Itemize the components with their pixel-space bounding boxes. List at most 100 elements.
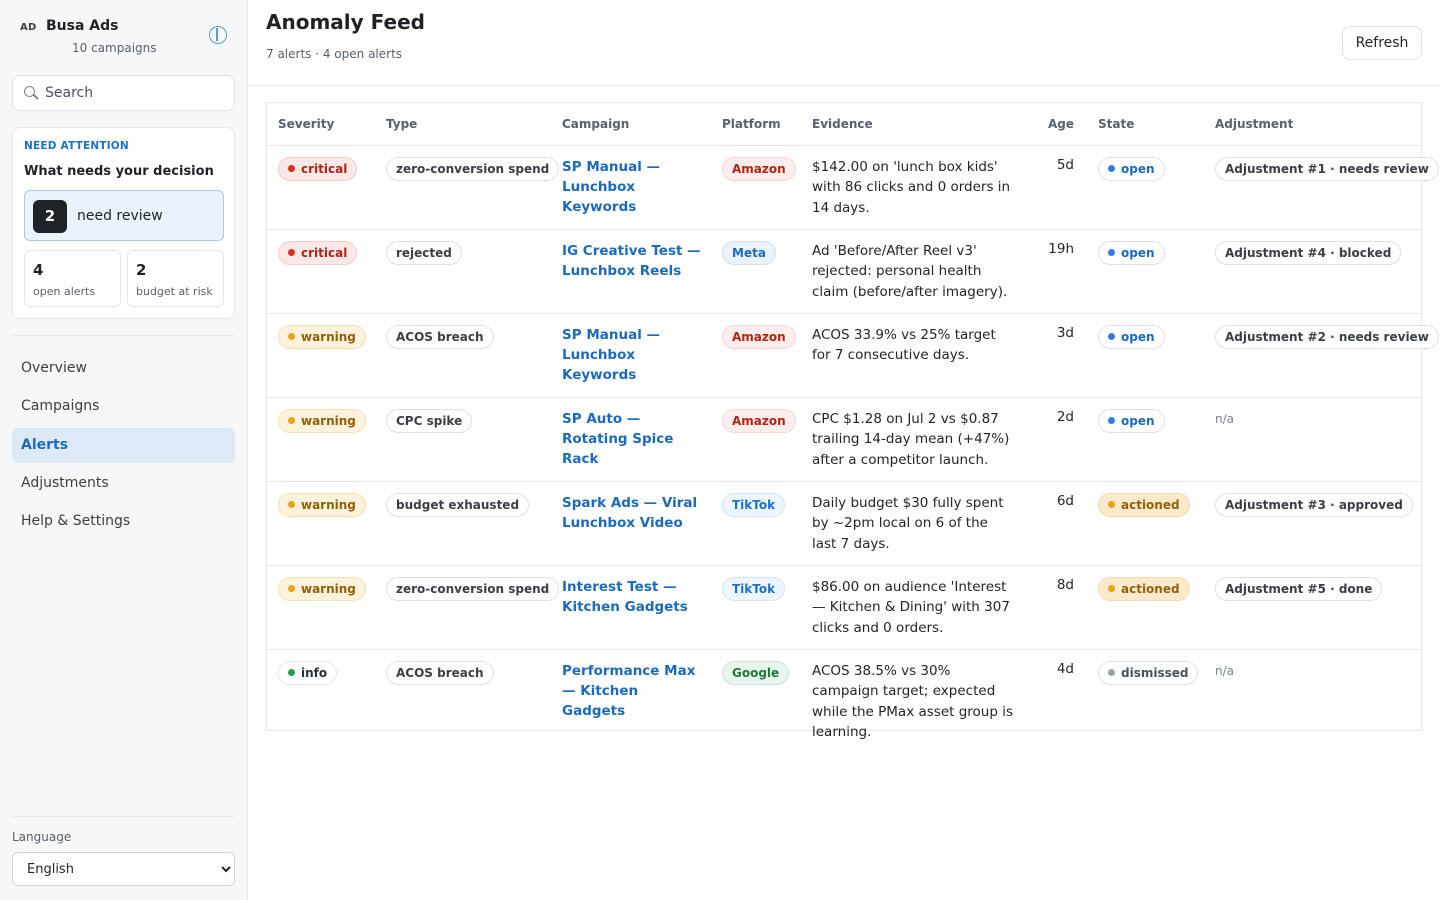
table-row[interactable]: critical zero-conversion spend SP Manual —… [267, 145, 1439, 230]
adjustment-cell: n/a [1204, 649, 1421, 743]
adjustment-link[interactable]: Adjustment #3 · approved [1215, 492, 1413, 517]
col-campaign[interactable]: Campaign [551, 103, 711, 146]
col-age[interactable]: Age [1027, 103, 1087, 146]
search-box[interactable] [12, 75, 235, 111]
platform-cell: Amazon [711, 397, 801, 482]
state-label: open [1121, 245, 1155, 260]
refresh-button[interactable]: Refresh [1342, 26, 1422, 60]
severity-dot-icon [288, 164, 295, 172]
table-body: critical zero-conversion spend SP Manual —… [267, 145, 1439, 743]
state-label: actioned [1121, 581, 1180, 596]
state-badge: open [1098, 324, 1165, 349]
alerts-table-container: Severity Type Campaign Platform Evidence… [266, 102, 1439, 740]
col-state[interactable]: State [1087, 103, 1204, 146]
platform-badge: Meta [722, 240, 776, 265]
age-cell: 2d [1027, 397, 1087, 482]
state-cell: open [1087, 229, 1204, 314]
nav-help-settings[interactable]: Help & Settings [12, 504, 235, 539]
age-cell: 3d [1027, 313, 1087, 398]
platform-badge: Amazon [722, 324, 796, 349]
state-label: open [1121, 413, 1155, 428]
brand-name: Busa Ads [46, 18, 119, 34]
open-alerts-count: 4 [33, 261, 44, 279]
table-row[interactable]: warning zero-conversion spend Interest Tes… [267, 565, 1421, 650]
attention-panel: NEED ATTENTION What needs your decision … [12, 127, 235, 319]
col-type[interactable]: Type [375, 103, 551, 146]
platform-cell: Google [711, 649, 801, 743]
severity-label: critical [301, 245, 348, 260]
search-input[interactable] [45, 82, 225, 104]
severity-dot-icon [288, 248, 295, 256]
table-row[interactable]: warning ACOS breach SP Manual — Lunchbox K… [267, 313, 1439, 398]
age-value: 2d [1056, 408, 1074, 425]
state-label: open [1121, 329, 1155, 344]
language-select[interactable]: English [12, 852, 235, 886]
severity-cell: warning [267, 397, 375, 482]
campaign-link[interactable]: Interest Test — Kitchen Gadgets [562, 577, 711, 617]
platform-badge: TikTok [722, 576, 786, 601]
type-cell: zero-conversion spend [375, 565, 560, 650]
budget-risk-card[interactable]: 2 budget at risk [127, 250, 224, 307]
campaign-link[interactable]: IG Creative Test — Lunchbox Reels [562, 241, 711, 281]
evidence-text: Daily budget $30 fully spent by ~2pm loc… [812, 494, 1004, 552]
adjustment-link[interactable]: Adjustment #1 · needs review [1215, 156, 1439, 181]
col-platform[interactable]: Platform [711, 103, 801, 146]
severity-label: info [301, 665, 328, 680]
type-cell: rejected [375, 229, 551, 314]
campaign-cell: SP Auto — Rotating Spice Rack [551, 397, 711, 482]
evidence-cell: $86.00 on audience 'Interest — Kitchen &… [801, 565, 1027, 650]
col-adjustment[interactable]: Adjustment [1204, 103, 1421, 146]
table-row[interactable]: info ACOS breach Performance Max — Kitchen… [267, 649, 1421, 743]
nav-adjustments[interactable]: Adjustments [12, 466, 235, 501]
state-badge: actioned [1098, 576, 1190, 601]
table-row[interactable]: critical rejected IG Creative Test — Lunch… [267, 229, 1421, 314]
sidebar-toggle-icon[interactable] [209, 26, 227, 44]
state-dot-icon [1108, 500, 1115, 508]
nav-campaigns[interactable]: Campaigns [12, 389, 235, 424]
need-review-card[interactable]: 2 need review [24, 190, 224, 241]
table-row[interactable]: warning CPC spike SP Auto — Rotating Spice… [267, 397, 1421, 482]
age-value: 8d [1056, 576, 1074, 593]
col-evidence[interactable]: Evidence [801, 103, 1027, 146]
campaign-cell: IG Creative Test — Lunchbox Reels [551, 229, 711, 314]
severity-cell: warning [267, 565, 375, 650]
evidence-text: Ad 'Before/After Reel v3' rejected: pers… [812, 242, 1008, 300]
state-dot-icon [1108, 332, 1115, 340]
brand: AD Busa Ads 10 campaigns [20, 18, 230, 58]
nav-overview[interactable]: Overview [12, 351, 235, 386]
nav-alerts[interactable]: Alerts [12, 428, 235, 463]
state-cell: dismissed [1087, 649, 1204, 743]
campaign-link[interactable]: Spark Ads — Viral Lunchbox Video [562, 493, 711, 533]
adjustment-na: n/a [1215, 411, 1235, 426]
state-label: dismissed [1121, 665, 1189, 680]
severity-badge: critical [278, 240, 358, 265]
campaign-cell: Spark Ads — Viral Lunchbox Video [551, 481, 711, 566]
need-review-label: need review [77, 208, 163, 224]
adjustment-cell: Adjustment #2 · needs review [1204, 313, 1439, 398]
campaign-link[interactable]: SP Auto — Rotating Spice Rack [562, 409, 711, 469]
state-cell: open [1087, 313, 1204, 398]
platform-cell: Amazon [711, 145, 801, 230]
attention-title: What needs your decision [24, 164, 214, 179]
state-cell: open [1087, 145, 1204, 230]
adjustment-cell: Adjustment #4 · blocked [1204, 229, 1421, 314]
adjustment-link[interactable]: Adjustment #2 · needs review [1215, 324, 1439, 349]
campaign-cell: Performance Max — Kitchen Gadgets [551, 649, 711, 743]
open-alerts-card[interactable]: 4 open alerts [24, 250, 121, 307]
open-alerts-label: open alerts [33, 285, 96, 298]
campaign-link[interactable]: SP Manual — Lunchbox Keywords [562, 325, 711, 385]
severity-badge: info [278, 660, 338, 685]
age-cell: 8d [1027, 565, 1087, 650]
type-badge: budget exhausted [386, 492, 530, 517]
age-cell: 6d [1027, 481, 1087, 566]
evidence-text: ACOS 33.9% vs 25% target for 7 consecuti… [812, 326, 996, 364]
table-header-row: Severity Type Campaign Platform Evidence… [267, 103, 1421, 146]
adjustment-link[interactable]: Adjustment #4 · blocked [1215, 240, 1402, 265]
campaign-cell: SP Manual — Lunchbox Keywords [551, 313, 711, 398]
adjustment-link[interactable]: Adjustment #5 · done [1215, 576, 1383, 601]
campaign-link[interactable]: SP Manual — Lunchbox Keywords [562, 157, 711, 217]
brand-logo-icon: AD [20, 22, 37, 33]
table-row[interactable]: warning budget exhausted Spark Ads — Viral… [267, 481, 1421, 566]
col-severity[interactable]: Severity [267, 103, 375, 146]
campaign-link[interactable]: Performance Max — Kitchen Gadgets [562, 661, 711, 721]
